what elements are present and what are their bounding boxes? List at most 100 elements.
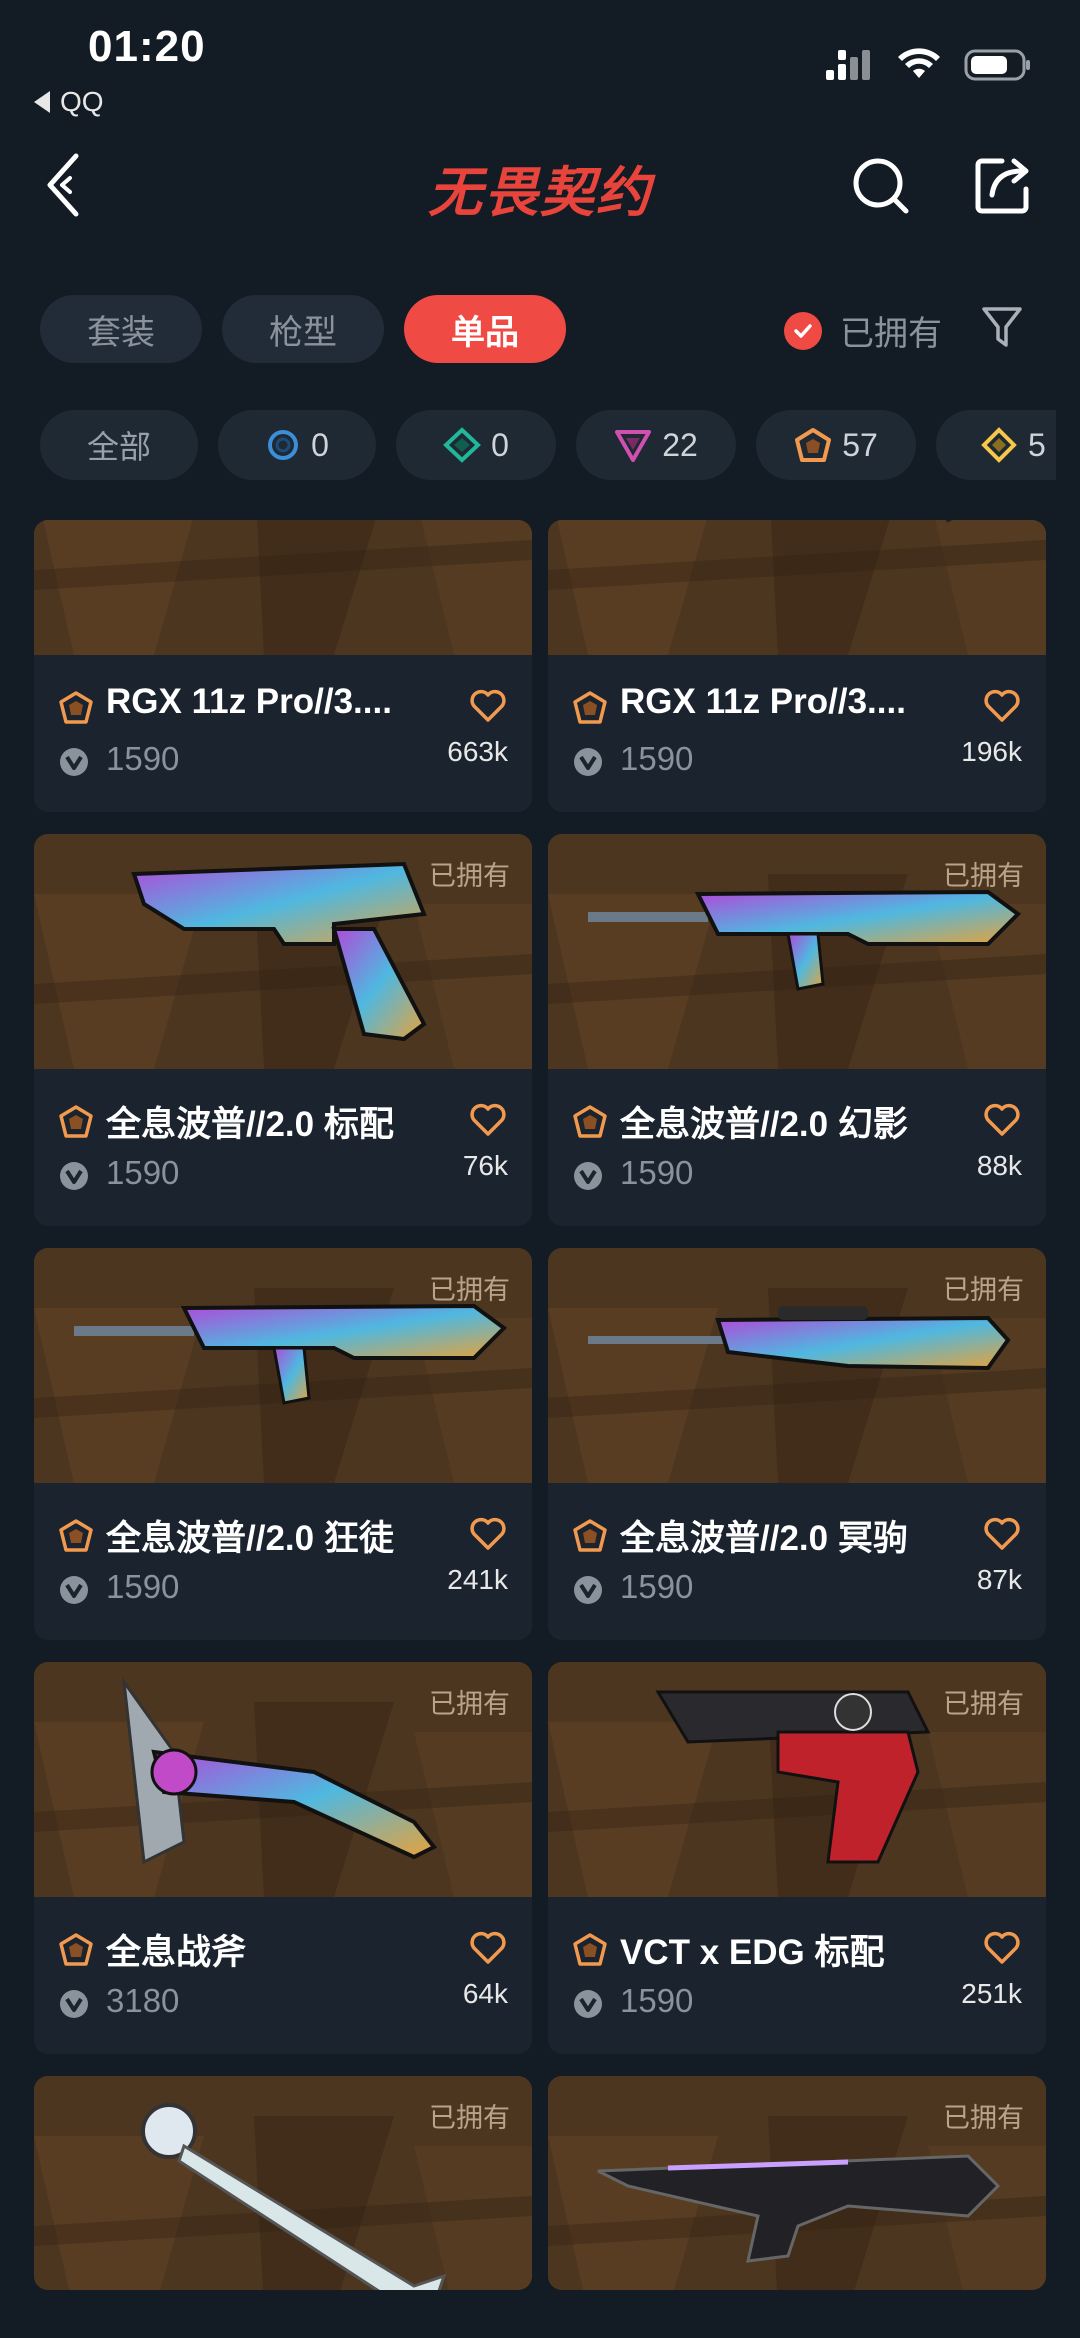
ultra-tier-icon (573, 1933, 607, 1966)
item-card[interactable]: 已拥有 (34, 2076, 532, 2290)
item-name: 全息波普//2.0 狂徒 (106, 1519, 394, 1558)
item-likes-count: 241k (447, 1564, 508, 1595)
filter-icon[interactable] (980, 305, 1024, 351)
ultra-tier-icon (573, 1105, 607, 1138)
owned-filter-toggle[interactable]: 已拥有 (784, 306, 942, 355)
item-card[interactable]: 已拥有 全息波普//2.0 幻影 1590 88k (548, 834, 1046, 1226)
rarity-filter-bar: 全部 0 0 22 57 5 (0, 410, 1056, 480)
item-card[interactable]: RGX 11z Pro//3.... 1590 196k (548, 520, 1046, 812)
battery-icon (964, 49, 1030, 81)
valorant-points-icon (60, 1990, 88, 2018)
item-name: 全息波普//2.0 幻影 (620, 1105, 908, 1144)
item-likes-count: 88k (976, 1150, 1022, 1181)
item-name: RGX 11z Pro//3.... (106, 682, 392, 721)
ultra-tier-icon (573, 1519, 607, 1552)
item-info: RGX 11z Pro//3.... 1590 196k (548, 520, 1046, 812)
select-tier-icon (268, 430, 299, 460)
item-price: 3180 (106, 1982, 180, 2019)
ultra-tier-icon (573, 691, 607, 724)
item-price: 1590 (620, 740, 694, 777)
item-price: 1590 (106, 1568, 180, 1605)
item-likes-count: 663k (447, 736, 508, 767)
tab-single-item[interactable]: 单品 (404, 295, 566, 363)
rarity-chip-count: 0 (491, 426, 509, 463)
exclusive-tier-icon (981, 427, 1017, 463)
item-price: 1590 (620, 1982, 694, 2019)
rarity-chip-count: 0 (311, 426, 329, 463)
tab-weapon-type[interactable]: 枪型 (222, 295, 384, 363)
checkmark-icon (784, 311, 822, 350)
item-likes-count: 76k (462, 1150, 508, 1181)
item-likes-count: 87k (976, 1564, 1022, 1595)
valorant-points-icon (574, 1990, 602, 2018)
valorant-points-icon (574, 1576, 602, 1604)
item-info: VCT x EDG 标配 1590 251k (548, 1662, 1046, 2054)
favorite-heart-icon[interactable] (982, 1100, 1022, 1140)
item-price: 1590 (620, 1154, 694, 1191)
rarity-chip-select[interactable]: 0 (218, 410, 376, 480)
valorant-points-icon (60, 748, 88, 776)
item-card[interactable]: 已拥有 全息战斧 3180 64k (34, 1662, 532, 2054)
valorant-points-icon (60, 1162, 88, 1190)
favorite-heart-icon[interactable] (468, 1928, 508, 1968)
rarity-chip-premium[interactable]: 22 (576, 410, 736, 480)
item-card[interactable]: 已拥有 全息波普//2.0 标配 1590 76k (34, 834, 532, 1226)
valorant-points-icon (574, 748, 602, 776)
item-card[interactable]: 已拥有 (548, 2076, 1046, 2290)
favorite-heart-icon[interactable] (468, 686, 508, 726)
share-icon[interactable] (972, 155, 1034, 217)
back-triangle-icon (34, 91, 50, 113)
tab-bundle[interactable]: 套装 (40, 295, 202, 363)
premium-tier-icon (615, 430, 652, 462)
item-price: 1590 (106, 740, 180, 777)
rarity-chip-label: 全部 (86, 429, 151, 465)
status-back-app-label: QQ (60, 86, 104, 117)
item-info: 全息波普//2.0 冥驹 1590 87k (548, 1248, 1046, 1640)
deluxe-tier-icon (443, 427, 482, 463)
valorant-points-icon (60, 1576, 88, 1604)
ultra-tier-icon (59, 1105, 93, 1138)
item-name: 全息战斧 (106, 1933, 247, 1972)
rarity-chip-count: 22 (662, 426, 698, 463)
item-info: 全息波普//2.0 标配 1590 76k (34, 834, 532, 1226)
favorite-heart-icon[interactable] (982, 686, 1022, 726)
owned-badge: 已拥有 (943, 2103, 1024, 2133)
favorite-heart-icon[interactable] (468, 1100, 508, 1140)
item-name: 全息波普//2.0 标配 (106, 1105, 394, 1144)
item-card[interactable]: RGX 11z Pro//3.... 1590 663k (34, 520, 532, 812)
item-price: 1590 (106, 1154, 180, 1191)
rarity-chip-count: 57 (842, 426, 878, 463)
valorant-points-icon (574, 1162, 602, 1190)
item-info: 全息波普//2.0 幻影 1590 88k (548, 834, 1046, 1226)
favorite-heart-icon[interactable] (982, 1928, 1022, 1968)
item-card[interactable]: 已拥有 全息波普//2.0 狂徒 1590 241k (34, 1248, 532, 1640)
item-likes-count: 196k (961, 736, 1022, 767)
item-info: RGX 11z Pro//3.... 1590 663k (34, 520, 532, 812)
ultra-tier-icon (59, 691, 93, 724)
status-icons (824, 48, 1032, 82)
item-name: 全息波普//2.0 冥驹 (620, 1519, 908, 1558)
rarity-chip-ultra[interactable]: 57 (756, 410, 916, 480)
item-card[interactable]: 已拥有 全息波普//2.0 冥驹 1590 87k (548, 1248, 1046, 1640)
status-back-to-app[interactable]: QQ (34, 86, 104, 118)
item-price: 1590 (620, 1568, 694, 1605)
ultra-tier-icon (59, 1933, 93, 1966)
item-name: RGX 11z Pro//3.... (620, 682, 906, 721)
item-info: 全息波普//2.0 狂徒 1590 241k (34, 1248, 532, 1640)
ultra-tier-icon (795, 428, 832, 462)
rarity-chip-exclusive[interactable]: 5 (936, 410, 1056, 480)
wifi-icon (898, 48, 940, 78)
favorite-heart-icon[interactable] (468, 1514, 508, 1554)
status-time: 01:20 (88, 22, 206, 71)
search-icon[interactable] (850, 155, 912, 217)
ultra-tier-icon (59, 1519, 93, 1552)
item-likes-count: 64k (462, 1978, 508, 2009)
app-title: 无畏契约 (428, 163, 652, 223)
rarity-chip-all[interactable]: 全部 (40, 410, 198, 480)
item-name: VCT x EDG 标配 (620, 1933, 885, 1972)
owned-badge: 已拥有 (429, 2103, 510, 2133)
rarity-chip-deluxe[interactable]: 0 (396, 410, 556, 480)
favorite-heart-icon[interactable] (982, 1514, 1022, 1554)
cellular-signal-icon (826, 50, 870, 80)
item-card[interactable]: 已拥有 VCT x EDG 标配 1590 251k (548, 1662, 1046, 2054)
